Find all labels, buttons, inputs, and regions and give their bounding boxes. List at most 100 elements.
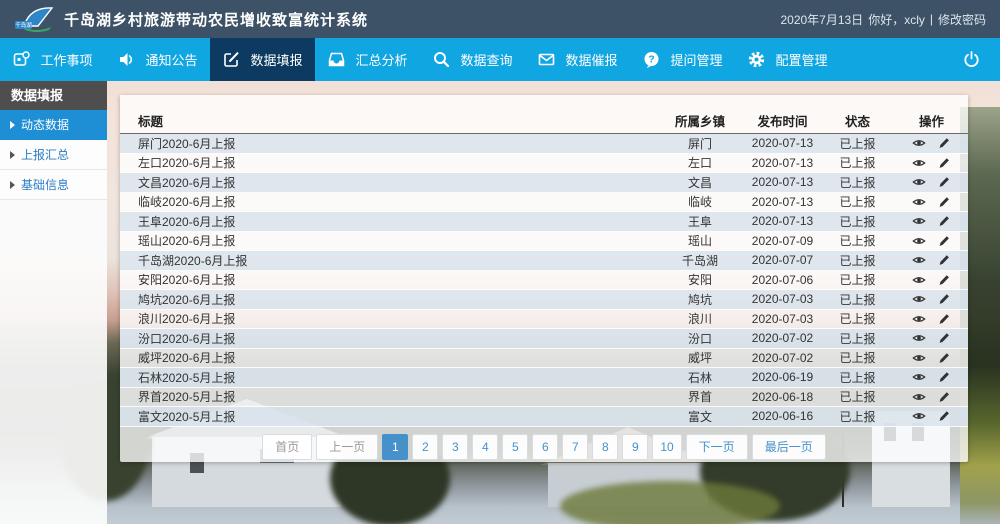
edit-button[interactable] xyxy=(937,253,951,267)
eye-icon xyxy=(912,409,926,423)
nav-label: 数据填报 xyxy=(250,50,302,69)
nav-item-data-reminder[interactable]: 数据催报 xyxy=(525,38,630,81)
brand: 千岛湖 千岛湖乡村旅游带动农民增收致富统计系统 xyxy=(14,4,368,34)
view-button[interactable] xyxy=(912,292,926,306)
sidebar-item-report-summary[interactable]: 上报汇总 xyxy=(0,140,107,170)
view-button[interactable] xyxy=(912,253,926,267)
nav-item-summary-analysis[interactable]: 汇总分析 xyxy=(315,38,420,81)
row-date: 2020-07-02 xyxy=(745,351,820,365)
eye-icon xyxy=(912,370,926,384)
view-button[interactable] xyxy=(912,214,926,228)
eye-icon xyxy=(912,273,926,287)
content-area: 数据填报 动态数据 上报汇总 基础信息 标题 所属乡镇 发布时间 状态 操作 xyxy=(0,81,1000,524)
view-button[interactable] xyxy=(912,175,926,189)
row-town: 汾口 xyxy=(655,330,745,347)
row-actions xyxy=(895,273,968,287)
pagination-page-button[interactable]: 2 xyxy=(412,434,438,460)
greeting-text: 你好，xcly xyxy=(868,11,925,28)
table-row: 安阳2020-6月上报 安阳 2020-07-06 已上报 xyxy=(120,271,968,291)
power-icon xyxy=(962,50,981,69)
eye-icon xyxy=(912,195,926,209)
view-button[interactable] xyxy=(912,312,926,326)
edit-button[interactable] xyxy=(937,234,951,248)
table-header: 标题 所属乡镇 发布时间 状态 操作 xyxy=(120,107,968,134)
eye-icon xyxy=(912,390,926,404)
edit-button[interactable] xyxy=(937,390,951,404)
eye-icon xyxy=(912,312,926,326)
pagination-page-button[interactable]: 1 xyxy=(382,434,408,460)
pagination-page-button[interactable]: 8 xyxy=(592,434,618,460)
pencil-icon xyxy=(937,331,951,345)
view-button[interactable] xyxy=(912,331,926,345)
change-password-link[interactable]: 修改密码 xyxy=(938,11,986,28)
row-date: 2020-07-13 xyxy=(745,136,820,150)
view-button[interactable] xyxy=(912,195,926,209)
view-button[interactable] xyxy=(912,370,926,384)
pagination-last[interactable]: 最后一页 xyxy=(752,434,826,460)
view-button[interactable] xyxy=(912,390,926,404)
pagination-prev[interactable]: 上一页 xyxy=(316,434,378,460)
edit-button[interactable] xyxy=(937,312,951,326)
row-status: 已上报 xyxy=(820,213,895,230)
row-status: 已上报 xyxy=(820,369,895,386)
edit-button[interactable] xyxy=(937,214,951,228)
row-date: 2020-07-07 xyxy=(745,253,820,267)
sidebar-item-dynamic-data[interactable]: 动态数据 xyxy=(0,110,107,140)
pencil-icon xyxy=(937,253,951,267)
view-button[interactable] xyxy=(912,156,926,170)
row-date: 2020-07-03 xyxy=(745,312,820,326)
sidebar-item-basic-info[interactable]: 基础信息 xyxy=(0,170,107,200)
row-actions xyxy=(895,156,968,170)
column-header-status: 状态 xyxy=(820,111,895,130)
edit-button[interactable] xyxy=(937,409,951,423)
nav-item-data-entry[interactable]: 数据填报 xyxy=(210,38,315,81)
nav-label: 数据查询 xyxy=(460,50,512,69)
row-actions xyxy=(895,331,968,345)
edit-button[interactable] xyxy=(937,136,951,150)
pagination-page-button[interactable]: 5 xyxy=(502,434,528,460)
view-button[interactable] xyxy=(912,409,926,423)
nav-item-notices[interactable]: 通知公告 xyxy=(105,38,210,81)
gear-icon xyxy=(747,50,766,69)
row-title: 临岐2020-6月上报 xyxy=(120,193,655,210)
pencil-icon xyxy=(937,136,951,150)
pagination-page-button[interactable]: 3 xyxy=(442,434,468,460)
edit-button[interactable] xyxy=(937,351,951,365)
row-status: 已上报 xyxy=(820,271,895,288)
pagination-next[interactable]: 下一页 xyxy=(686,434,748,460)
nav-item-config-management[interactable]: 配置管理 xyxy=(735,38,840,81)
edit-button[interactable] xyxy=(937,331,951,345)
pagination-page-button[interactable]: 10 xyxy=(652,434,681,460)
pagination-page-button[interactable]: 4 xyxy=(472,434,498,460)
logout-button[interactable] xyxy=(942,38,1000,81)
pagination-first[interactable]: 首页 xyxy=(262,434,312,460)
edit-button[interactable] xyxy=(937,156,951,170)
edit-button[interactable] xyxy=(937,370,951,384)
row-actions xyxy=(895,351,968,365)
pagination-page-button[interactable]: 7 xyxy=(562,434,588,460)
view-button[interactable] xyxy=(912,273,926,287)
view-button[interactable] xyxy=(912,136,926,150)
row-status: 已上报 xyxy=(820,135,895,152)
pagination-page-button[interactable]: 6 xyxy=(532,434,558,460)
row-actions xyxy=(895,234,968,248)
app-window: 千岛湖 千岛湖乡村旅游带动农民增收致富统计系统 2020年7月13日 你好，xc… xyxy=(0,0,1000,524)
nav-item-question-management[interactable]: ? 提问管理 xyxy=(630,38,735,81)
edit-button[interactable] xyxy=(937,292,951,306)
table-row: 汾口2020-6月上报 汾口 2020-07-02 已上报 xyxy=(120,329,968,349)
row-date: 2020-07-03 xyxy=(745,292,820,306)
row-title: 左口2020-6月上报 xyxy=(120,154,655,171)
app-logo-icon: 千岛湖 xyxy=(14,4,56,34)
edit-button[interactable] xyxy=(937,195,951,209)
row-status: 已上报 xyxy=(820,154,895,171)
view-button[interactable] xyxy=(912,234,926,248)
nav-item-work-items[interactable]: 工作事项 xyxy=(0,38,105,81)
edit-button[interactable] xyxy=(937,273,951,287)
row-date: 2020-07-13 xyxy=(745,175,820,189)
row-date: 2020-07-13 xyxy=(745,214,820,228)
view-button[interactable] xyxy=(912,351,926,365)
edit-button[interactable] xyxy=(937,175,951,189)
pagination-page-button[interactable]: 9 xyxy=(622,434,648,460)
nav-item-data-query[interactable]: 数据查询 xyxy=(420,38,525,81)
user-area: 2020年7月13日 你好，xcly | 修改密码 xyxy=(780,11,986,28)
